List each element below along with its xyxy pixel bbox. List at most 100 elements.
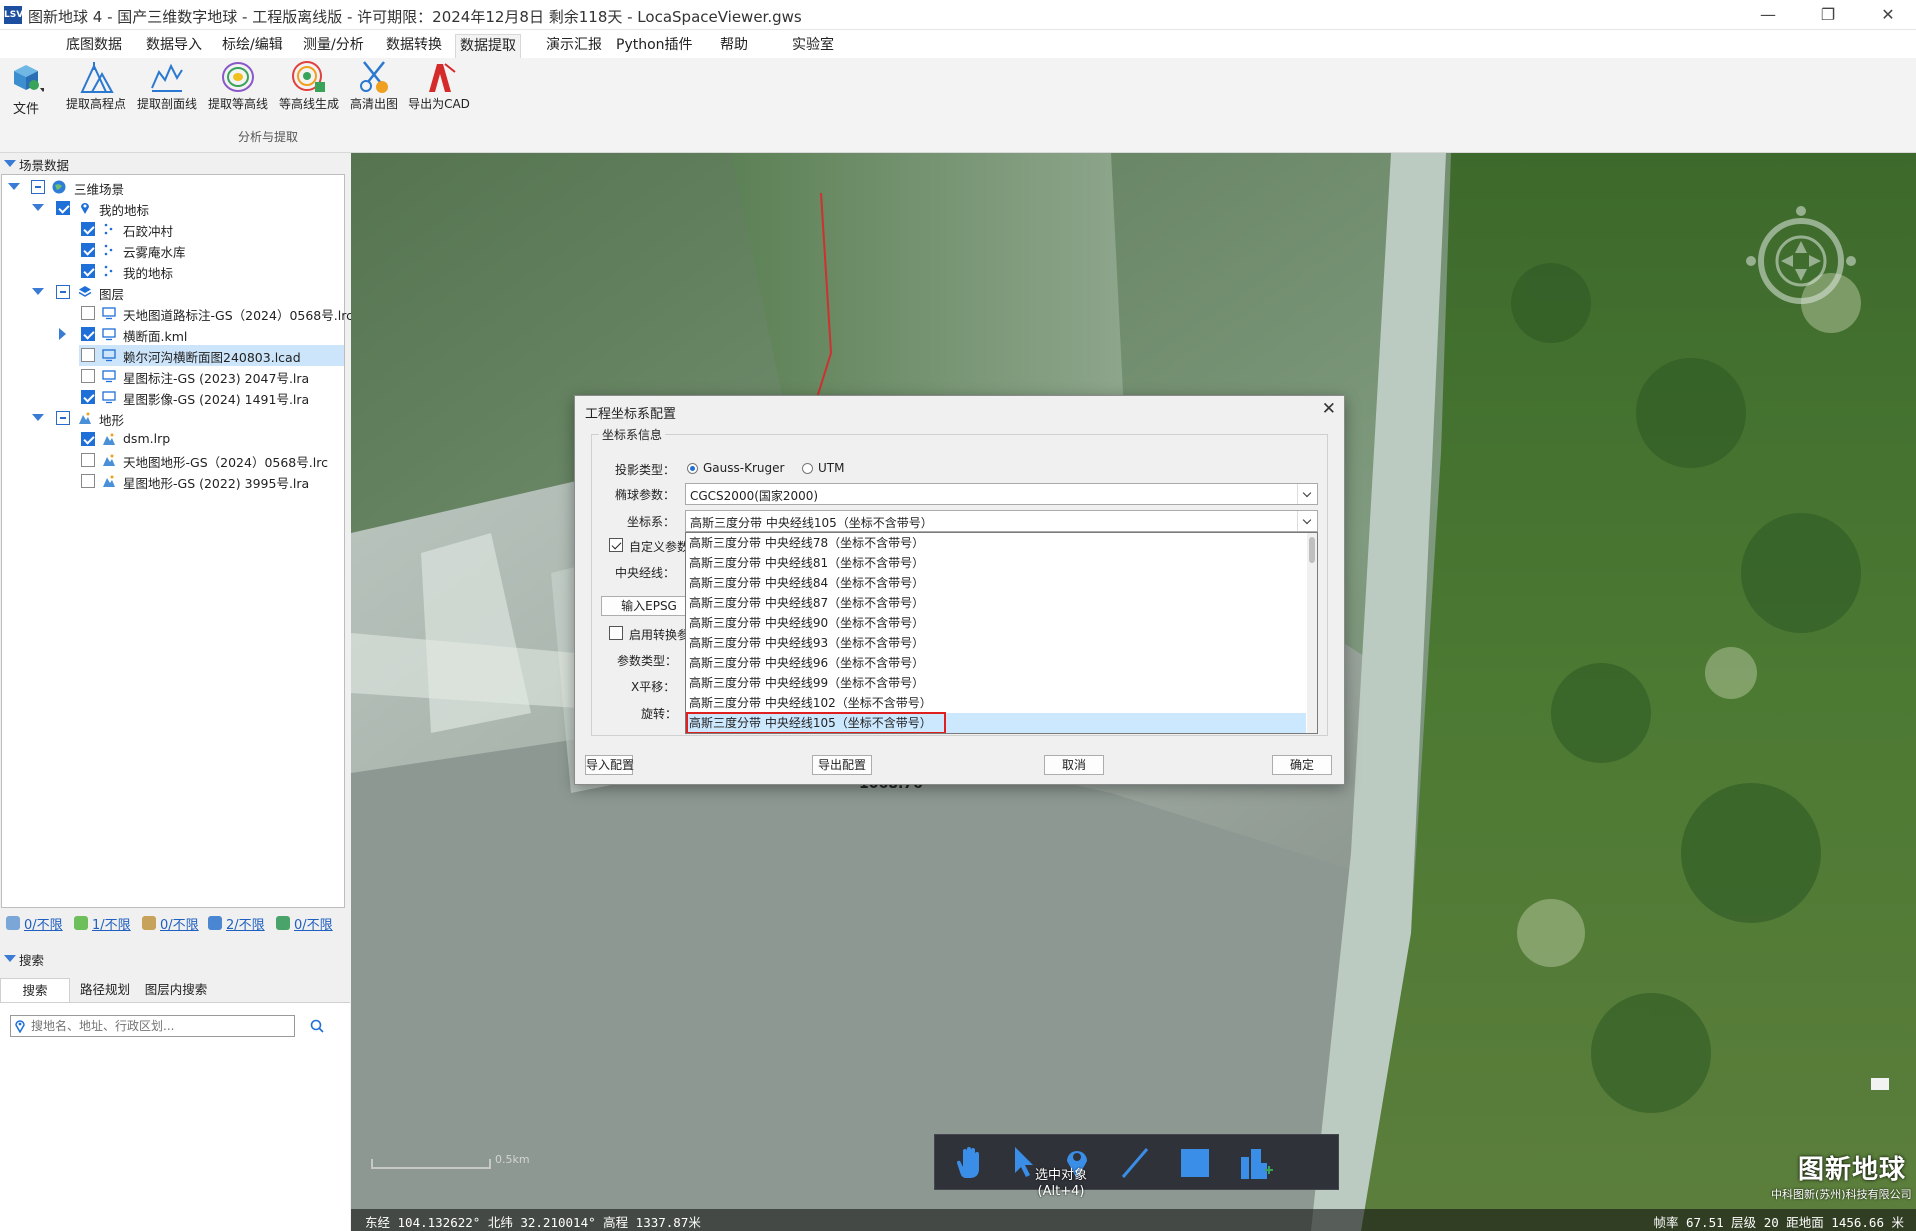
count-link[interactable]: 0/不限 <box>160 914 199 933</box>
dropdown-item[interactable]: 高斯三度分带 中央经线96（坐标不含带号） <box>686 653 1306 673</box>
tree-item-layer-selected[interactable]: 赖尔河沟横断面图240803.lcad <box>79 345 344 366</box>
rectangle-draw-icon[interactable] <box>1175 1143 1215 1183</box>
enable-transform-checkbox[interactable] <box>609 626 623 640</box>
menu-help[interactable]: 帮助 <box>716 34 752 58</box>
tree-item-layer[interactable]: 横断面.kml <box>2 324 344 345</box>
dropdown-item[interactable]: 高斯三度分带 中央经线81（坐标不含带号） <box>686 553 1306 573</box>
layer-checkbox[interactable] <box>81 264 95 278</box>
search-box[interactable] <box>10 1015 295 1037</box>
menu-present[interactable]: 演示汇报 <box>542 34 606 58</box>
layer-checkbox[interactable] <box>31 180 45 194</box>
menu-draw-edit[interactable]: 标绘/编辑 <box>218 34 287 58</box>
tree-item-3d-scene[interactable]: 三维场景 <box>2 177 344 198</box>
layer-checkbox[interactable] <box>81 243 95 257</box>
line-draw-icon[interactable] <box>1115 1143 1155 1183</box>
layer-checkbox[interactable] <box>81 453 95 467</box>
extract-contour-button[interactable]: 提取等高线 <box>204 60 272 116</box>
tree-item-layer[interactable]: 天地图道路标注-GS（2024）0568号.lrc <box>2 303 353 324</box>
building-add-icon[interactable] <box>1235 1143 1275 1183</box>
expand-icon[interactable] <box>8 183 20 190</box>
tree-item-my-landmarks[interactable]: 我的地标 <box>2 198 344 219</box>
tree-item-terrain-layer[interactable]: 星图地形-GS (2022) 3995号.lra <box>2 471 344 492</box>
layer-checkbox[interactable] <box>81 369 95 383</box>
menu-import[interactable]: 数据导入 <box>142 34 206 58</box>
layer-checkbox[interactable] <box>81 474 95 488</box>
tab-search[interactable]: 搜索 <box>0 978 70 1002</box>
dropdown-item[interactable]: 高斯三度分带 中央经线99（坐标不含带号） <box>686 673 1306 693</box>
crs-select[interactable]: 高斯三度分带 中央经线105（坐标不含带号） <box>685 510 1318 532</box>
extract-profile-line-button[interactable]: 提取剖面线 <box>133 60 201 116</box>
menu-python[interactable]: Python插件 <box>612 34 697 58</box>
radio-utm-label[interactable]: UTM <box>818 461 844 475</box>
tree-item-terrain-layer[interactable]: dsm.lrp <box>2 429 344 450</box>
chevron-down-icon[interactable] <box>1297 511 1317 531</box>
dropdown-item[interactable]: 高斯三度分带 中央经线90（坐标不含带号） <box>686 613 1306 633</box>
dialog-close-icon[interactable]: ✕ <box>1322 399 1336 419</box>
import-config-button[interactable]: 导入配置 <box>585 755 634 775</box>
search-input[interactable] <box>31 1017 291 1035</box>
tree-item-terrain-layer[interactable]: 天地图地形-GS（2024）0568号.lrc <box>2 450 344 471</box>
menu-lab[interactable]: 实验室 <box>788 34 838 58</box>
tree-item-layers[interactable]: 图层 <box>2 282 344 303</box>
tree-item-terrain[interactable]: 地形 <box>2 408 344 429</box>
minimize-button[interactable]: — <box>1740 0 1796 30</box>
expand-icon[interactable] <box>32 414 44 421</box>
chevron-down-icon[interactable] <box>1297 484 1317 504</box>
count-link[interactable]: 1/不限 <box>92 914 131 933</box>
tree-item-landmark[interactable]: 我的地标 <box>2 261 344 282</box>
layer-checkbox[interactable] <box>81 432 95 446</box>
expand-icon[interactable] <box>32 204 44 211</box>
menu-basemap[interactable]: 底图数据 <box>62 34 126 58</box>
layer-checkbox[interactable] <box>81 222 95 236</box>
layer-checkbox[interactable] <box>81 306 95 320</box>
ok-button[interactable]: 确定 <box>1272 755 1332 775</box>
export-config-button[interactable]: 导出配置 <box>812 755 872 775</box>
input-epsg-button[interactable]: 输入EPSG <box>601 596 697 616</box>
dropdown-item[interactable]: 高斯三度分带 中央经线102（坐标不含带号） <box>686 693 1306 713</box>
navigation-compass[interactable] <box>1741 201 1861 321</box>
dropdown-item[interactable]: 高斯三度分带 中央经线93（坐标不含带号） <box>686 633 1306 653</box>
count-link[interactable]: 2/不限 <box>226 914 265 933</box>
layer-checkbox[interactable] <box>56 411 70 425</box>
dropdown-scrollbar[interactable] <box>1307 533 1317 733</box>
layer-checkbox[interactable] <box>56 201 70 215</box>
search-icon[interactable] <box>310 1019 324 1033</box>
extract-elevation-point-button[interactable]: 提取高程点 <box>62 60 130 116</box>
cancel-button[interactable]: 取消 <box>1044 755 1104 775</box>
scene-data-header[interactable]: 场景数据 <box>0 153 350 173</box>
dropdown-item[interactable]: 高斯三度分带 中央经线84（坐标不含带号） <box>686 573 1306 593</box>
custom-param-checkbox[interactable] <box>609 538 623 552</box>
tree-item-landmark[interactable]: 石跤冲村 <box>2 219 344 240</box>
dropdown-item[interactable]: 高斯三度分带 中央经线87（坐标不含带号） <box>686 593 1306 613</box>
layer-checkbox[interactable] <box>81 327 95 341</box>
restore-button[interactable]: ❐ <box>1800 0 1856 30</box>
search-header[interactable]: 搜索 <box>0 948 350 968</box>
tab-route[interactable]: 路径规划 <box>72 978 138 1002</box>
pan-hand-icon[interactable] <box>949 1143 989 1183</box>
layer-checkbox[interactable] <box>81 390 95 404</box>
menu-measure[interactable]: 测量/分析 <box>299 34 368 58</box>
tree-item-layer[interactable]: 星图影像-GS (2024) 1491号.lra <box>2 387 344 408</box>
tree-item-landmark[interactable]: 云雾庵水库 <box>2 240 344 261</box>
hd-output-button[interactable]: 高清出图 <box>340 60 408 116</box>
dropdown-item[interactable]: 高斯三度分带 中央经线78（坐标不含带号） <box>686 533 1306 553</box>
radio-gauss-kruger[interactable] <box>687 463 698 474</box>
radio-utm[interactable] <box>802 463 813 474</box>
expand-icon[interactable] <box>59 328 66 340</box>
count-link[interactable]: 0/不限 <box>24 914 63 933</box>
ellipsoid-select[interactable]: CGCS2000(国家2000) <box>685 483 1318 505</box>
tree-item-layer[interactable]: 星图标注-GS (2023) 2047号.lra <box>2 366 344 387</box>
scrollbar-thumb[interactable] <box>1309 537 1315 563</box>
layer-checkbox[interactable] <box>56 285 70 299</box>
layer-checkbox[interactable] <box>81 348 95 362</box>
menu-extract[interactable]: 数据提取 <box>455 34 521 58</box>
radio-gauss-kruger-label[interactable]: Gauss-Kruger <box>703 461 784 475</box>
export-cad-button[interactable]: 导出为CAD <box>405 60 473 116</box>
tab-layer-search[interactable]: 图层内搜索 <box>140 978 212 1002</box>
count-link[interactable]: 0/不限 <box>294 914 333 933</box>
close-button[interactable]: ✕ <box>1860 0 1916 30</box>
expand-icon[interactable] <box>32 288 44 295</box>
contour-generate-button[interactable]: 等高线生成 <box>275 60 343 116</box>
crs-dropdown-list[interactable]: 高斯三度分带 中央经线78（坐标不含带号） 高斯三度分带 中央经线81（坐标不含… <box>685 532 1318 734</box>
menu-convert[interactable]: 数据转换 <box>382 34 446 58</box>
